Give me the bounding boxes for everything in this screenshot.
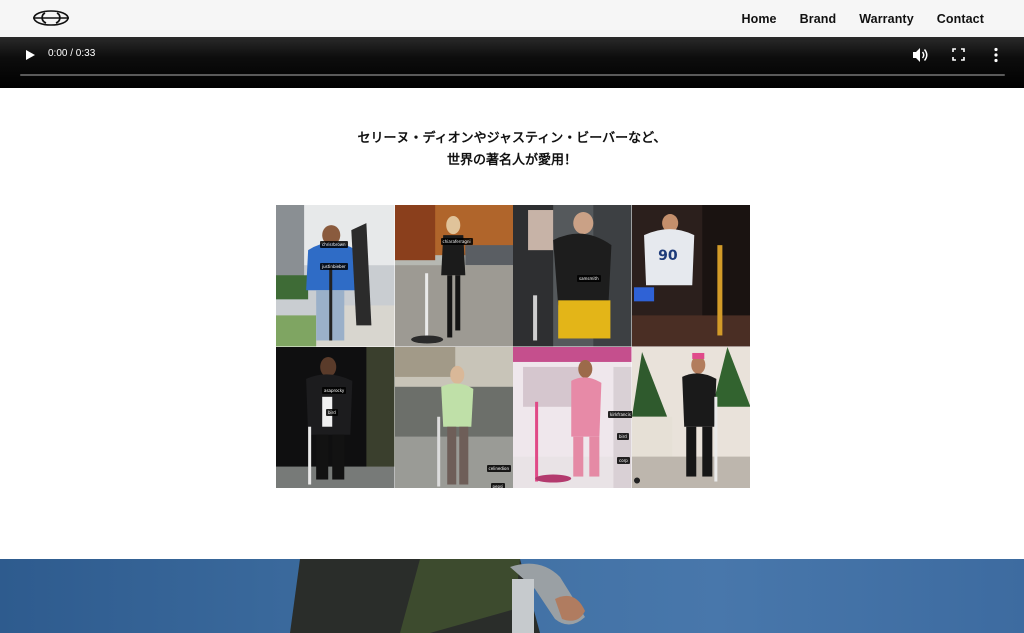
- photo-tag: pepsi: [490, 482, 506, 488]
- photo-tag: corp: [617, 456, 630, 464]
- video-progress-track[interactable]: [20, 74, 1005, 76]
- headline-line-1: セリーヌ・ディオンやジャスティン・ビーバーなど、: [357, 131, 667, 146]
- brand-logo-icon[interactable]: [32, 7, 70, 29]
- photo-tag: bird: [326, 408, 338, 416]
- more-options-icon[interactable]: [993, 47, 999, 63]
- nav-brand-link[interactable]: Brand: [800, 12, 837, 26]
- photo-tag: chrisrbrown: [320, 241, 348, 248]
- celebrity-photo: samsmith: [513, 205, 632, 347]
- site-header: Home Brand Warranty Contact: [0, 0, 1024, 37]
- headline-line-2: 世界の著名人が愛用！: [446, 153, 577, 168]
- photo-tag: chiaraferragni: [440, 238, 473, 245]
- celebrity-photo: asaprocky bird: [276, 346, 395, 488]
- photo-tag: justinbieber: [320, 263, 348, 270]
- volume-icon[interactable]: [912, 47, 930, 63]
- hero-image: [0, 559, 1024, 633]
- photo-tag: samsmith: [577, 275, 601, 282]
- celebrity-photo: celinedion pepsi: [394, 346, 513, 488]
- celebrity-photo: kirkfrancis bird corp: [513, 346, 632, 488]
- svg-text:90: 90: [658, 248, 678, 264]
- photo-tag: celinedion: [486, 464, 512, 472]
- nav-contact-link[interactable]: Contact: [937, 12, 984, 26]
- celebrity-photo: [631, 346, 750, 488]
- celebrity-photo: chiaraferragni: [394, 205, 513, 347]
- celebrity-photo: chrisrbrown justinbieber: [276, 205, 395, 347]
- celebrity-photo-grid: chrisrbrown justinbieber chiaraferragni: [276, 205, 750, 488]
- video-player[interactable]: 0:00 / 0:33: [0, 37, 1024, 88]
- photo-tag: asaprocky: [322, 386, 347, 394]
- photo-tag: bird: [617, 432, 629, 440]
- celebrity-section: セリーヌ・ディオンやジャスティン・ビーバーなど、 世界の著名人が愛用！ chri…: [0, 88, 1024, 559]
- play-icon[interactable]: [24, 49, 36, 61]
- nav-home-link[interactable]: Home: [741, 12, 776, 26]
- hero-rider-illustration: [290, 559, 585, 633]
- nav-warranty-link[interactable]: Warranty: [859, 12, 914, 26]
- main-nav: Home Brand Warranty Contact: [741, 0, 984, 37]
- fullscreen-icon[interactable]: [952, 48, 965, 61]
- photo-tag: kirkfrancis: [608, 410, 632, 418]
- video-time-readout: 0:00 / 0:33: [48, 48, 96, 59]
- celebrity-photo: 90: [631, 205, 750, 347]
- section-headline: セリーヌ・ディオンやジャスティン・ビーバーなど、 世界の著名人が愛用！: [0, 128, 1024, 172]
